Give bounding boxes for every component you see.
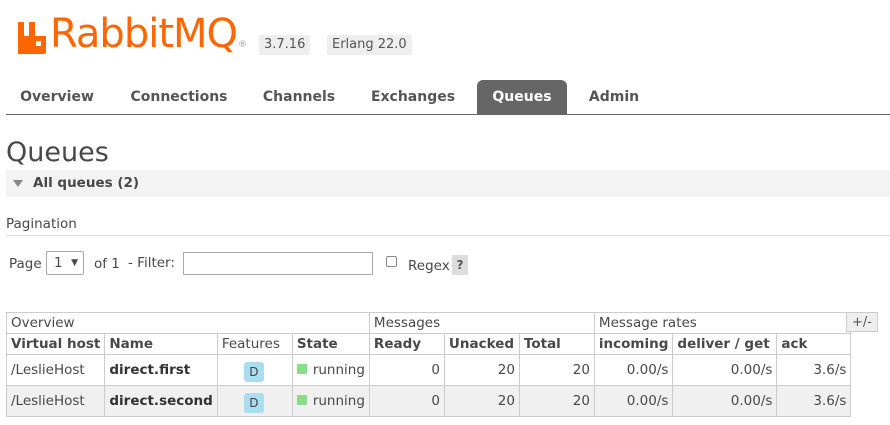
cell-vhost: /LeslieHost [5,385,106,417]
running-status-icon [296,395,307,405]
group-messages: Messages [368,312,595,334]
col-name[interactable]: Name [104,333,218,355]
queue-name-link[interactable]: direct.second [104,385,218,417]
cell-ack: 3.6/s [776,385,852,417]
logo-trademark: ® [238,40,248,50]
cell-vhost: /LeslieHost [5,354,106,386]
page-select[interactable]: 1 ▼ [46,251,84,275]
tab-queues[interactable]: Queues [477,80,567,114]
regex-label: Regex [408,258,450,274]
rabbit-logo-icon [18,22,46,54]
group-overview: Overview [6,312,370,334]
page-label: Page [9,256,42,272]
tab-channels[interactable]: Channels [251,80,347,114]
logo-text: RabbitMQ [50,11,238,57]
cell-deliver-get: 0.00/s [672,385,778,417]
filter-label: - Filter: [128,255,175,271]
table-row: /LeslieHost direct.second D running 0 20… [5,385,852,417]
col-features: Features [216,333,293,355]
page-title: Queues [6,137,109,168]
col-unacked[interactable]: Unacked [443,333,520,355]
cell-state: running [291,385,370,417]
col-incoming[interactable]: incoming [593,333,674,355]
cell-unacked: 20 [443,385,520,417]
main-nav: Overview Connections Channels Exchanges … [6,80,890,115]
running-status-icon [296,364,307,374]
chevron-down-icon: ▼ [71,258,78,268]
columns-toggle-button[interactable]: +/- [846,312,878,332]
cell-deliver-get: 0.00/s [672,354,778,386]
tab-exchanges[interactable]: Exchanges [360,80,466,114]
tab-admin[interactable]: Admin [578,80,650,114]
cell-unacked: 20 [443,354,520,386]
durable-badge: D [243,393,264,413]
col-total[interactable]: Total [518,333,595,355]
help-button[interactable]: ? [452,255,468,275]
cell-incoming: 0.00/s [593,385,674,417]
col-virtual-host[interactable]: Virtual host [5,333,106,355]
pagination-title: Pagination [6,216,77,232]
cell-ack: 3.6/s [776,354,852,386]
cell-ready: 0 [368,354,445,386]
filter-input[interactable] [183,252,373,275]
version-badge: 3.7.16 [259,35,311,55]
queues-table: Overview Messages Message rates Virtual … [5,312,852,417]
cell-ready: 0 [368,385,445,417]
col-deliver-get[interactable]: deliver / get [672,333,778,355]
cell-total: 20 [518,385,595,417]
group-message-rates: Message rates [593,312,852,334]
queue-name-link[interactable]: direct.first [104,354,218,386]
section-label: All queues (2) [33,175,140,191]
durable-badge: D [243,362,264,382]
divider [6,235,890,236]
cell-incoming: 0.00/s [593,354,674,386]
col-ready[interactable]: Ready [368,333,445,355]
col-state[interactable]: State [291,333,370,355]
cell-state: running [291,354,370,386]
col-ack[interactable]: ack [776,333,852,355]
collapse-triangle-icon [13,180,23,187]
rabbitmq-logo: RabbitMQ ® [18,14,247,54]
tab-connections[interactable]: Connections [121,80,237,114]
regex-checkbox[interactable] [386,256,397,267]
page-count-label: of 1 [94,256,120,272]
all-queues-section-toggle[interactable]: All queues (2) [6,170,890,197]
tab-overview[interactable]: Overview [6,80,108,114]
table-row: /LeslieHost direct.first D running 0 20 … [5,354,852,386]
erlang-version-badge: Erlang 22.0 [327,35,412,55]
cell-total: 20 [518,354,595,386]
